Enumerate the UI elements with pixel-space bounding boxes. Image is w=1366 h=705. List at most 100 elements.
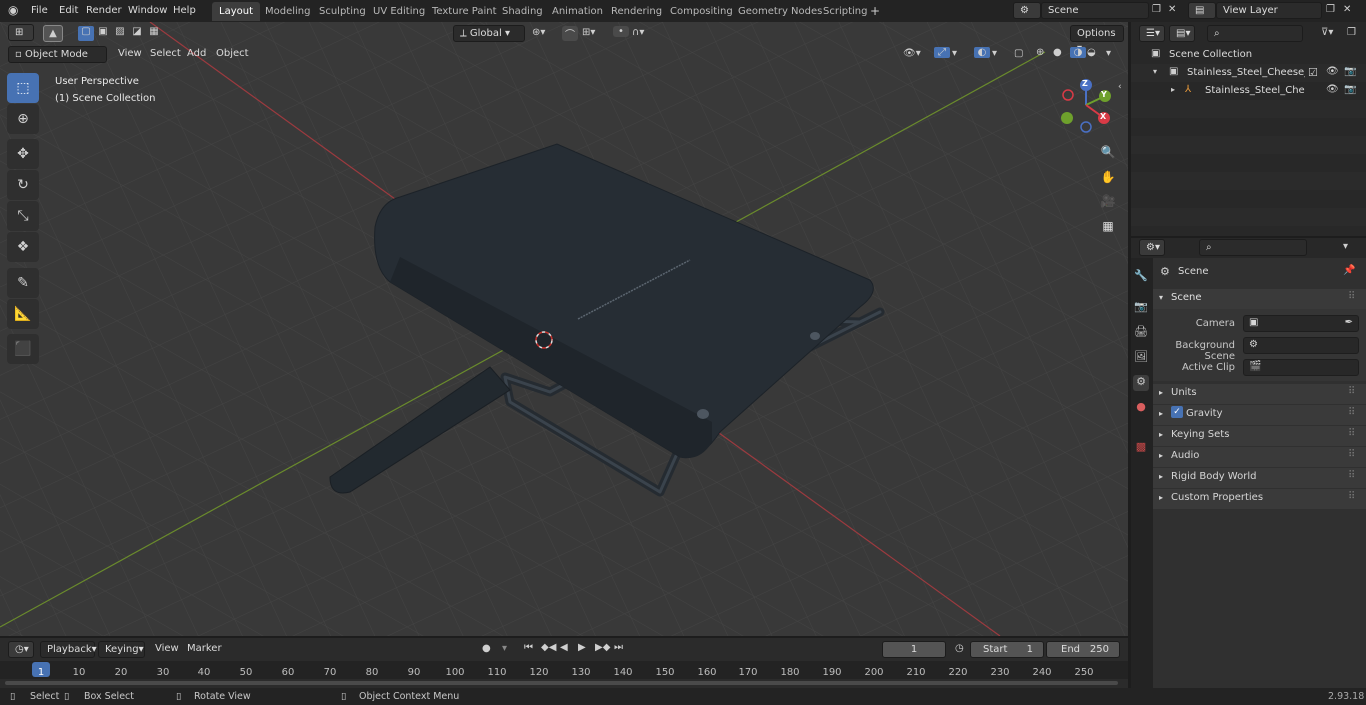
menu-file[interactable]: File <box>31 3 48 19</box>
view-layer-tab-icon[interactable]: 🖼 <box>1133 350 1149 366</box>
timeline[interactable]: ◷▾ Playback▾ Keying▾ View Marker ● ▾ ⏮ ◆… <box>0 638 1128 688</box>
play-reverse-icon[interactable]: ◀ <box>560 642 568 653</box>
overlay-dropdown-icon[interactable]: ▾ <box>992 48 997 59</box>
keying-sets-panel[interactable]: ▸ Keying Sets ⠿ <box>1153 426 1366 446</box>
outliner-search-input[interactable]: ⌕ <box>1207 25 1303 42</box>
pin-icon[interactable]: 📌 <box>1343 265 1355 276</box>
tab-scripting[interactable]: Scripting <box>816 2 874 21</box>
tool-move[interactable]: ✥ <box>7 139 39 169</box>
prev-keyframe-icon[interactable]: ◆◀ <box>541 642 556 653</box>
scene-name-field[interactable]: Scene <box>1041 2 1149 19</box>
shading-rendered-icon[interactable]: ◒ <box>1087 47 1096 58</box>
exclude-checkbox-icon[interactable]: ☑ <box>1308 66 1318 79</box>
new-scene-icon[interactable]: ❐ <box>1152 4 1161 15</box>
expand-arrow-icon[interactable]: ▸ <box>1171 85 1175 94</box>
tab-uv-editing[interactable]: UV Editing <box>366 2 432 21</box>
active-clip-field[interactable]: 🎬 <box>1243 359 1359 376</box>
viewport-menu-select[interactable]: Select <box>145 45 186 63</box>
gizmo-dropdown-icon[interactable]: ▾ <box>952 48 957 59</box>
keying-menu[interactable]: Keying▾ <box>98 641 145 658</box>
sidebar-toggle-icon[interactable]: ‹ <box>1118 82 1122 92</box>
tab-animation[interactable]: Animation <box>545 2 610 21</box>
xray-toggle-icon[interactable]: ▢ <box>1014 48 1023 59</box>
camera-view-button[interactable]: 🎥 <box>1097 190 1119 212</box>
overlay-toggle-icon[interactable]: ◐ <box>974 47 990 58</box>
add-workspace-icon[interactable]: + <box>870 4 880 18</box>
timeline-scrollbar[interactable] <box>5 681 1118 685</box>
tab-compositing[interactable]: Compositing <box>663 2 740 21</box>
end-frame-field[interactable]: End 250 <box>1046 641 1120 658</box>
outliner[interactable]: ☰▾ ▤▾ ⌕ ⊽▾ ❐ ▣ Scene Collection ▾ ▣ Stai… <box>1131 22 1366 236</box>
visibility-selectable-icon[interactable]: 👁▾ <box>903 48 921 59</box>
tool-scale[interactable]: ⤡ <box>7 201 39 231</box>
drag-handle-icon[interactable]: ⠿ <box>1348 470 1355 481</box>
tool-transform[interactable]: ❖ <box>7 232 39 262</box>
view-layer-field[interactable]: View Layer <box>1216 2 1322 19</box>
gizmo-toggle-icon[interactable]: ⤢ <box>934 47 950 58</box>
zoom-view-button[interactable]: 🔍 <box>1097 141 1119 163</box>
outliner-row-collection[interactable]: ▾ ▣ Stainless_Steel_Cheese_Cutte ☑ 👁 📷 <box>1131 64 1366 82</box>
viewport-menu-add[interactable]: Add <box>182 45 211 63</box>
pivot-point-icon[interactable]: ⊛▾ <box>532 27 545 38</box>
start-frame-field[interactable]: Start 1 <box>970 641 1044 658</box>
tool-cursor[interactable]: ⊕ <box>7 104 39 134</box>
select-mode-group[interactable]: ▢ ▣ ▨ ◪ ▦ <box>78 26 162 41</box>
tab-texture-paint[interactable]: Texture Paint <box>425 2 504 21</box>
proportional-edit-icon[interactable]: • <box>613 26 629 37</box>
audio-panel[interactable]: ▸ Audio ⠿ <box>1153 447 1366 467</box>
output-tab-icon[interactable]: 🖨 <box>1133 325 1149 341</box>
auto-key-dropdown-icon[interactable]: ▾ <box>502 643 507 654</box>
play-icon[interactable]: ▶ <box>578 642 586 653</box>
select-invert-icon[interactable]: ◪ <box>129 26 145 37</box>
outliner-row-scene-collection[interactable]: ▣ Scene Collection <box>1131 46 1366 64</box>
custom-properties-panel[interactable]: ▸ Custom Properties ⠿ <box>1153 489 1366 509</box>
snap-toggle-icon[interactable]: ⌒ <box>562 26 578 41</box>
timeline-editor-type-button[interactable]: ◷▾ <box>8 641 34 658</box>
tab-layout[interactable]: Layout <box>212 2 260 21</box>
tab-sculpting[interactable]: Sculpting <box>312 2 373 21</box>
viewport-menu-object[interactable]: Object <box>211 45 254 63</box>
world-tab-icon[interactable]: ● <box>1133 400 1149 416</box>
preview-range-icon[interactable]: ◷ <box>955 643 964 654</box>
current-frame-field[interactable]: 1 <box>882 641 946 658</box>
gravity-checkbox[interactable]: ✓ <box>1171 406 1183 418</box>
editor-type-button[interactable]: ⊞ <box>8 24 34 41</box>
eyedropper-icon[interactable]: ✒ <box>1345 317 1353 328</box>
eye-icon[interactable]: 👁 <box>1326 84 1339 95</box>
outliner-editor-type-button[interactable]: ☰▾ <box>1139 25 1165 42</box>
scene-panel-header[interactable]: ▾ Scene ⠿ <box>1153 289 1366 309</box>
properties-options-icon[interactable]: ▾ <box>1343 241 1348 252</box>
3d-viewport[interactable]: ⊞ ▲ ▢ ▣ ▨ ◪ ▦ ⟂ Global ▾ ⊛▾ ⌒ ⊞▾ • ∩▾ Op… <box>0 22 1128 636</box>
options-dropdown[interactable]: Options ▾ <box>1070 25 1124 54</box>
transform-orientation-dropdown[interactable]: ⟂ Global ▾ <box>453 25 525 42</box>
tab-modeling[interactable]: Modeling <box>258 2 318 21</box>
tool-measure[interactable]: 📐 <box>7 299 39 329</box>
expand-arrow-icon[interactable]: ▾ <box>1153 67 1157 76</box>
background-scene-field[interactable]: ⚙ <box>1243 337 1359 354</box>
playback-menu[interactable]: Playback▾ <box>40 641 97 658</box>
tool-tab-icon[interactable]: 🔧 <box>1133 269 1149 285</box>
tool-select-box[interactable]: ⬚ <box>7 73 39 103</box>
tab-rendering[interactable]: Rendering <box>604 2 669 21</box>
gravity-panel[interactable]: ▸ ✓ Gravity ⠿ <box>1153 405 1366 425</box>
tool-annotate[interactable]: ✎ <box>7 268 39 298</box>
navigation-gizmo[interactable]: Z Y X <box>1058 77 1118 137</box>
camera-field[interactable]: ▣ ✒ <box>1243 315 1359 332</box>
shading-material-icon[interactable]: ◑ <box>1070 47 1086 58</box>
select-subtract-icon[interactable]: ▨ <box>112 26 128 37</box>
select-extend-icon[interactable]: ▣ <box>95 26 111 37</box>
menu-window[interactable]: Window <box>128 3 167 19</box>
viewport-menu-view[interactable]: View <box>113 45 147 63</box>
pan-view-button[interactable]: ✋ <box>1097 166 1119 188</box>
drag-handle-icon[interactable]: ⠿ <box>1348 386 1355 397</box>
next-keyframe-icon[interactable]: ▶◆ <box>595 642 610 653</box>
properties-editor-type-button[interactable]: ⚙▾ <box>1139 239 1165 256</box>
texture-tab-icon[interactable]: ▩ <box>1133 440 1149 456</box>
shading-wireframe-icon[interactable]: ⊕ <box>1036 47 1044 58</box>
render-tab-icon[interactable]: 📷 <box>1133 300 1149 316</box>
camera-render-icon[interactable]: 📷 <box>1344 66 1356 77</box>
timeline-menu-marker[interactable]: Marker <box>182 640 227 658</box>
new-view-layer-icon[interactable]: ❐ <box>1326 4 1335 15</box>
tool-add-cube[interactable]: ⬛ <box>7 334 39 364</box>
view-layer-selector-button[interactable]: ▤ <box>1188 2 1216 19</box>
